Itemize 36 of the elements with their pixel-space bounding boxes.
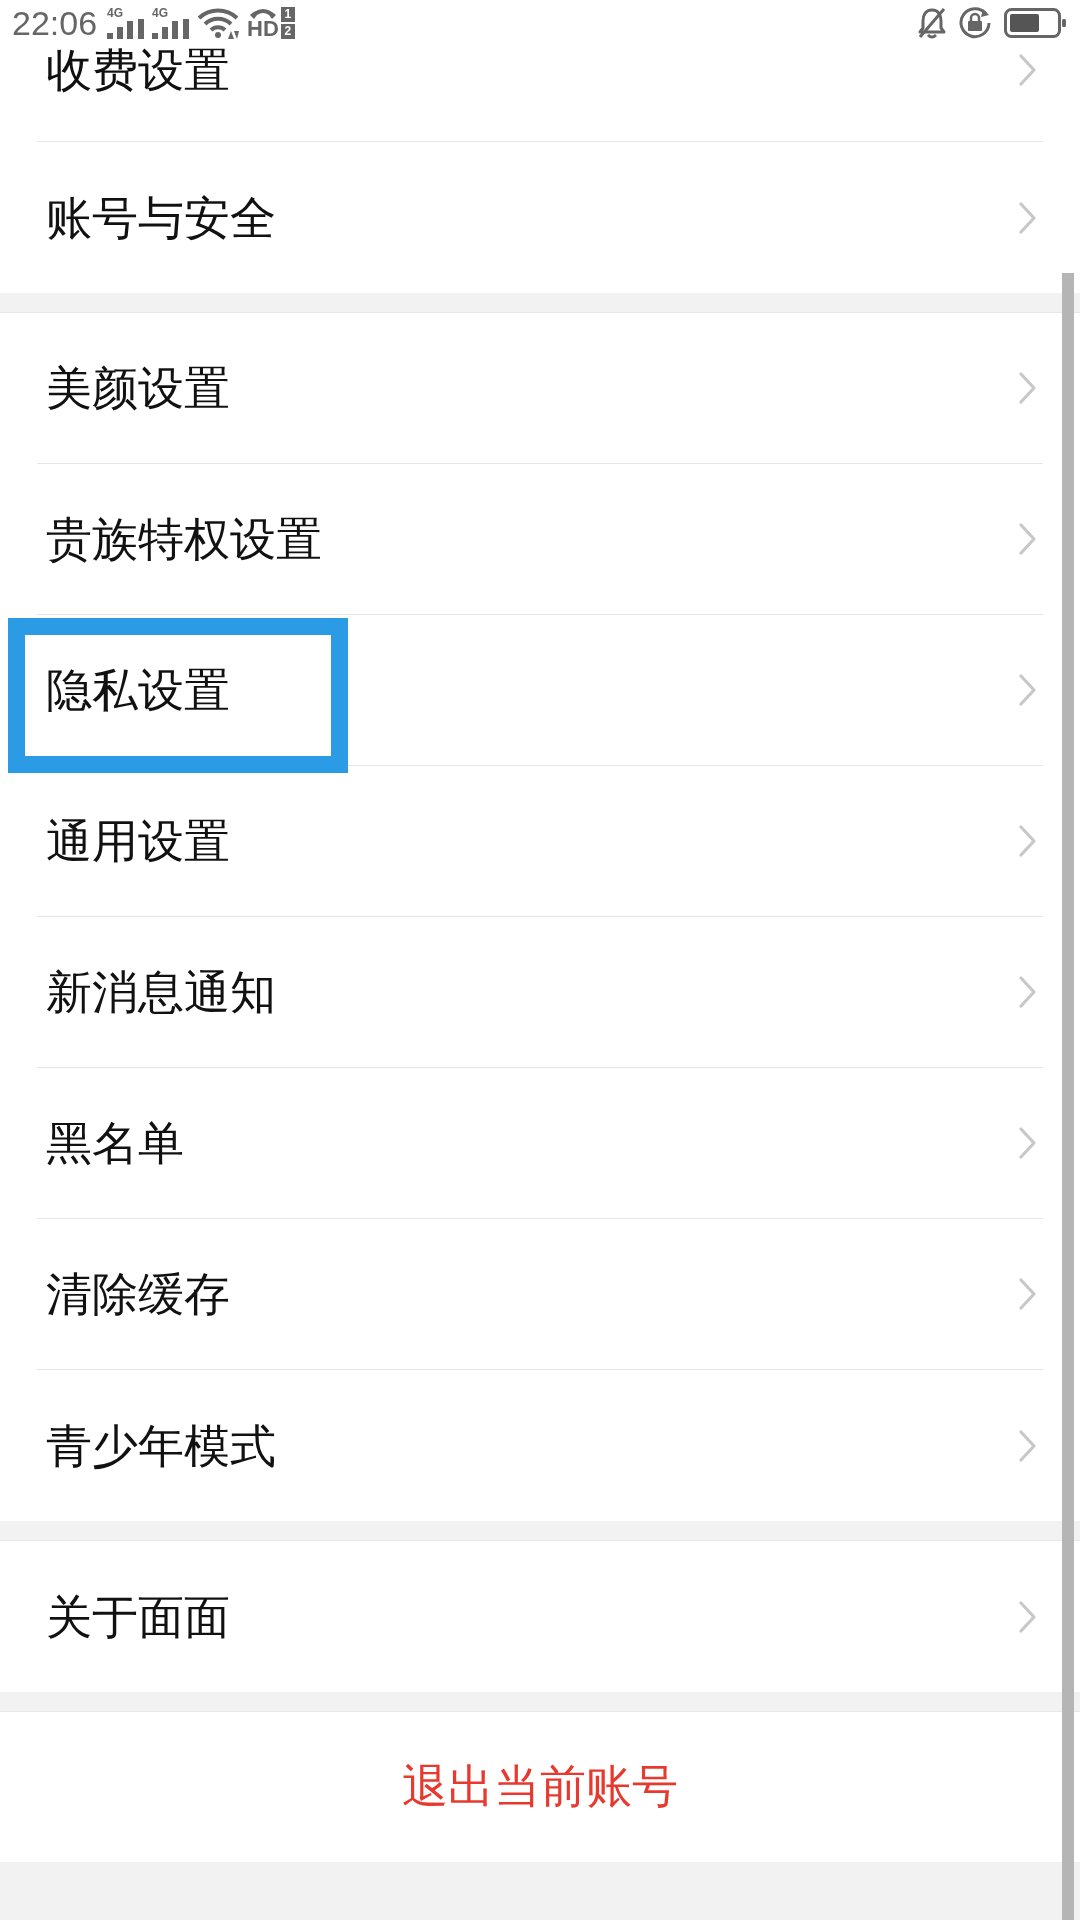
chevron-right-icon bbox=[1019, 976, 1036, 1008]
chevron-right-icon bbox=[1019, 674, 1036, 706]
settings-item[interactable]: 隐私设置 bbox=[37, 615, 1043, 766]
settings-item[interactable]: 青少年模式 bbox=[37, 1370, 1043, 1521]
settings-item[interactable]: 关于面面 bbox=[37, 1541, 1043, 1692]
network-type-label: 4G bbox=[152, 7, 169, 19]
chevron-right-icon bbox=[1019, 1429, 1036, 1462]
status-time: 22:06 bbox=[12, 6, 98, 40]
signal-icon bbox=[107, 19, 146, 39]
battery-icon bbox=[1004, 8, 1066, 38]
settings-item[interactable]: 美颜设置 bbox=[37, 313, 1043, 464]
phone-icon bbox=[249, 7, 277, 19]
sim-badge: 2 bbox=[280, 24, 295, 39]
rotation-lock-icon bbox=[958, 6, 992, 40]
logout-button[interactable]: 退出当前账号 bbox=[0, 1711, 1080, 1862]
settings-item[interactable]: 通用设置 bbox=[37, 766, 1043, 917]
chevron-right-icon bbox=[1019, 523, 1036, 555]
wifi-icon bbox=[197, 7, 240, 39]
chevron-right-icon bbox=[1019, 1127, 1036, 1159]
settings-item[interactable]: 清除缓存 bbox=[37, 1219, 1043, 1370]
chevron-right-icon bbox=[1019, 54, 1036, 86]
bell-slash-icon bbox=[916, 7, 948, 39]
settings-item[interactable]: 账号与安全 bbox=[37, 142, 1043, 293]
chevron-right-icon bbox=[1019, 825, 1036, 857]
hd-label: HD bbox=[247, 19, 279, 39]
settings-item[interactable]: 黑名单 bbox=[37, 1068, 1043, 1219]
chevron-right-icon bbox=[1019, 372, 1036, 404]
signal-icon bbox=[152, 19, 191, 39]
chevron-right-icon bbox=[1019, 201, 1036, 234]
settings-item[interactable]: 新消息通知 bbox=[37, 917, 1043, 1068]
sim-badge: 1 bbox=[280, 7, 295, 22]
settings-item[interactable]: 贵族特权设置 bbox=[37, 464, 1043, 615]
settings-item[interactable]: 收费设置 bbox=[37, 46, 1043, 142]
network-type-label: 4G bbox=[107, 7, 124, 19]
chevron-right-icon bbox=[1019, 1600, 1036, 1633]
chevron-right-icon bbox=[1019, 1278, 1036, 1310]
